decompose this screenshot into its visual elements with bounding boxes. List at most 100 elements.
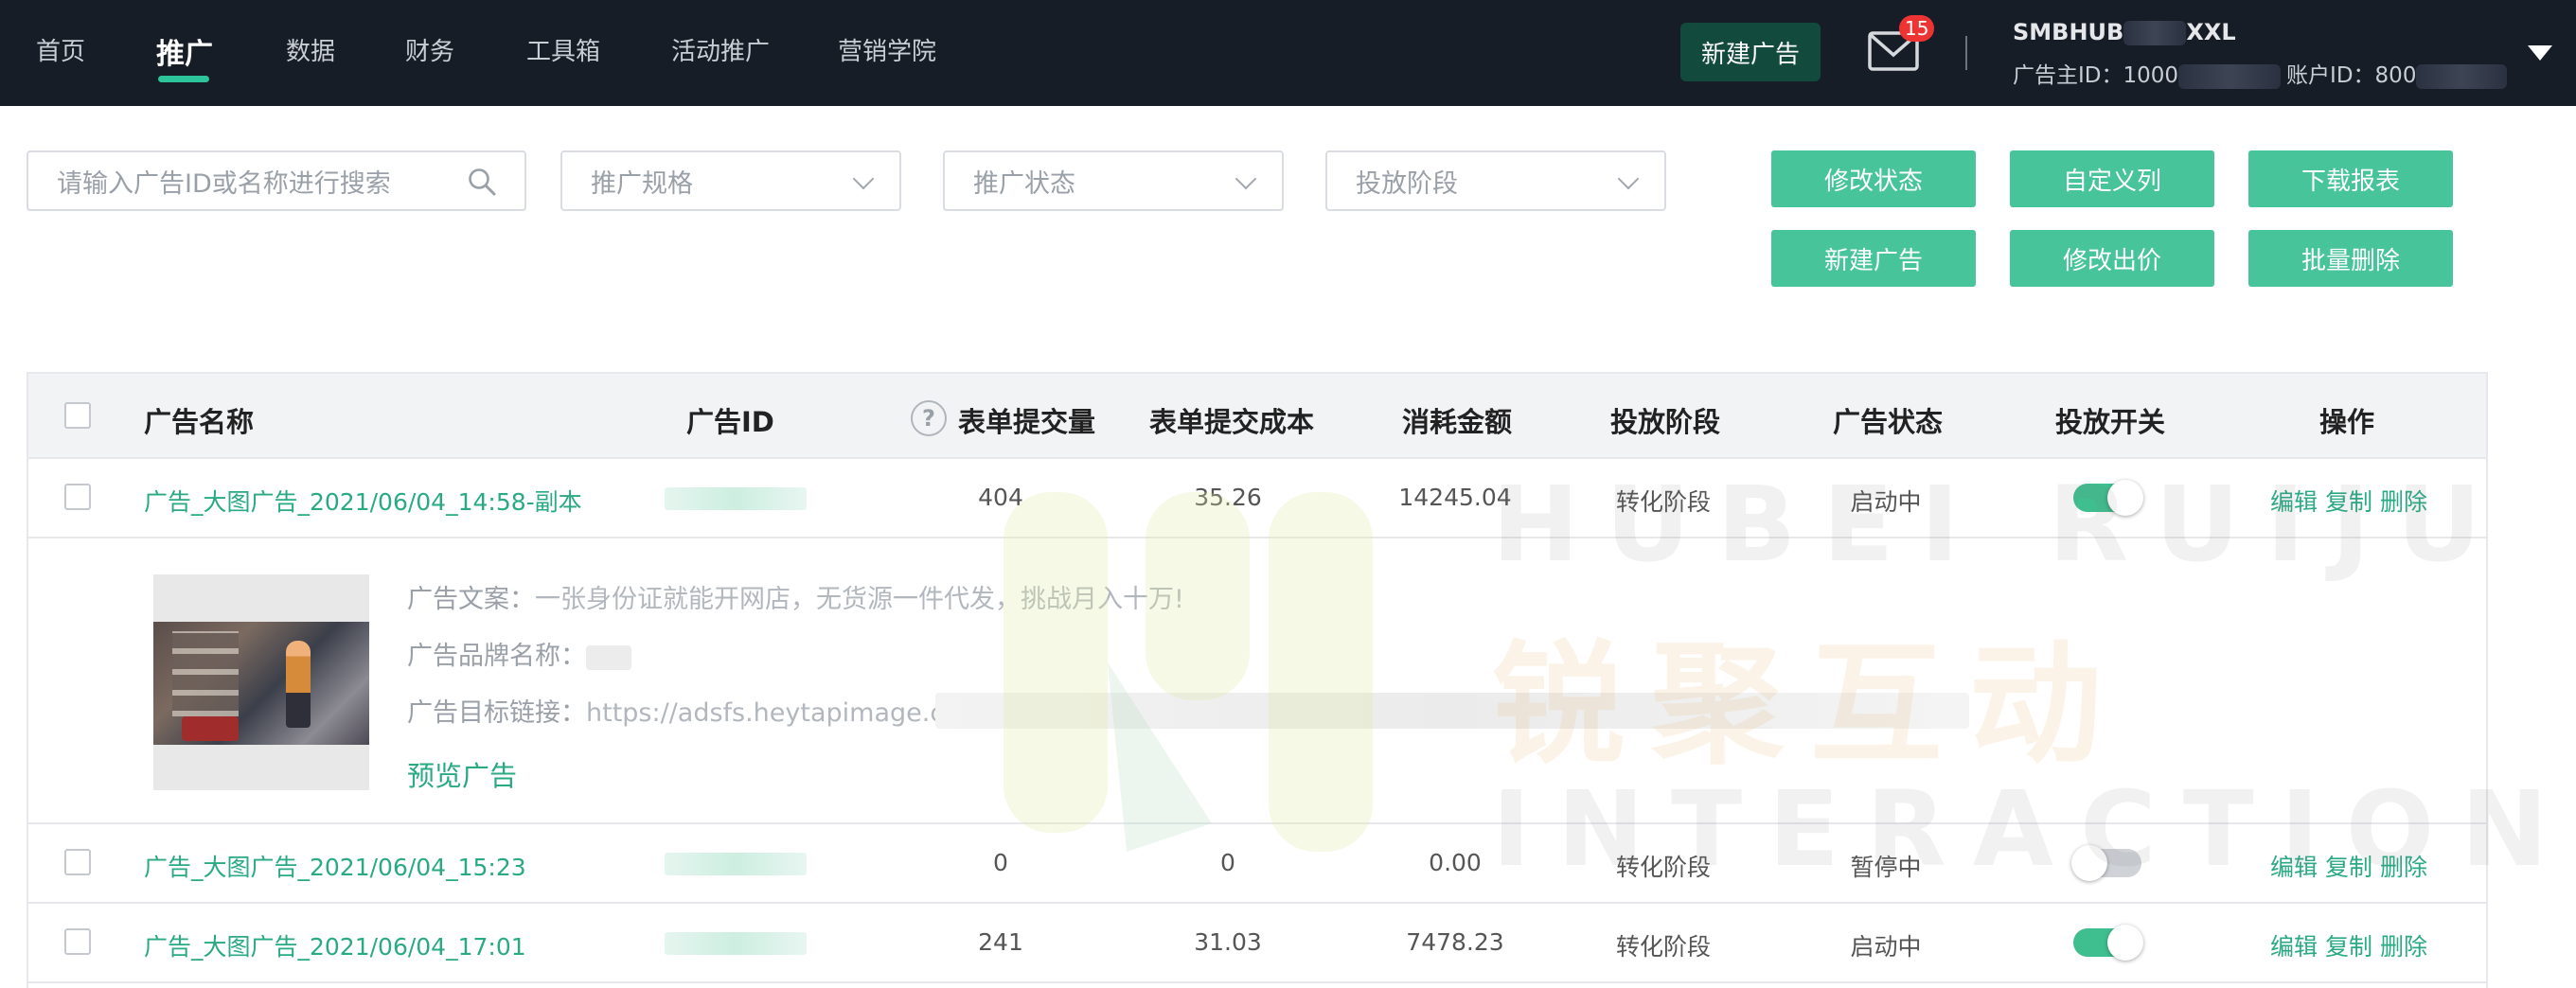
spend-value: 0.00 [1429, 849, 1482, 876]
advertiser-id-value: 1000 [2123, 63, 2179, 88]
col-header-switch: 投放开关 [2055, 406, 2166, 438]
ad-creative-thumbnail [153, 574, 369, 790]
ad-id-redacted [665, 853, 807, 875]
status-value: 暂停中 [1850, 854, 1922, 881]
stage-value: 转化阶段 [1615, 933, 1712, 961]
form-submissions-value: 0 [993, 849, 1008, 876]
edit-link[interactable]: 编辑 [2270, 933, 2318, 961]
col-header-ops: 操作 [2319, 406, 2375, 438]
account-name-suffix: XXL [2186, 19, 2236, 45]
preview-ad-link[interactable]: 预览广告 [407, 754, 517, 794]
help-icon[interactable]: ? [911, 400, 947, 436]
modify-status-button[interactable]: 修改状态 [1771, 150, 1976, 207]
copy-link[interactable]: 复制 [2325, 854, 2372, 881]
nav-finance[interactable]: 财务 [405, 32, 454, 67]
ad-id-redacted [665, 487, 807, 510]
account-id-redacted [2416, 63, 2508, 89]
form-cost-value: 31.03 [1194, 928, 1262, 956]
row-checkbox[interactable] [64, 849, 91, 875]
table-header: 广告名称 广告ID ? 表单提交量 表单提交成本 消耗金额 投放阶段 广告状态 … [28, 372, 2486, 459]
stage-value: 转化阶段 [1615, 854, 1712, 881]
stage-select[interactable]: 投放阶段 [1325, 150, 1666, 211]
col-header-form-cost: 表单提交成本 [1149, 406, 1315, 438]
nav-active-indicator [158, 76, 209, 82]
nav-home[interactable]: 首页 [36, 32, 85, 67]
account-id-value: 800 [2374, 63, 2417, 88]
target-link-text: https://adsfs.heytapimage.co [586, 698, 960, 728]
form-submissions-value: 404 [978, 484, 1023, 511]
mail-unread-badge: 15 [1899, 15, 1935, 42]
chevron-down-icon [1617, 168, 1640, 190]
header-new-ad-button[interactable]: 新建广告 [1680, 23, 1821, 81]
spend-value: 14245.04 [1398, 484, 1512, 511]
spec-select[interactable]: 推广规格 [560, 150, 901, 211]
row-actions: 编辑 复制 删除 [2270, 928, 2435, 962]
edit-link[interactable]: 编辑 [2270, 854, 2318, 881]
stage-select-placeholder: 投放阶段 [1356, 168, 1458, 199]
advertiser-id-redacted [2178, 63, 2282, 89]
copy-link[interactable]: 复制 [2325, 488, 2372, 516]
form-cost-value: 35.26 [1194, 484, 1262, 511]
nav-toolbox[interactable]: 工具箱 [526, 32, 600, 67]
form-submissions-value: 241 [978, 928, 1023, 956]
account-name-prefix: SMBHUB [2013, 19, 2124, 45]
ad-name-link[interactable]: 广告_大图广告_2021/06/04_17:01 [144, 928, 526, 962]
col-header-name: 广告名称 [144, 406, 255, 438]
spend-value: 7478.23 [1406, 928, 1504, 956]
download-report-button[interactable]: 下载报表 [2248, 150, 2453, 207]
brand-name-line: 广告品牌名称： [407, 635, 631, 672]
thumbnail-person [286, 641, 311, 728]
brand-name-redacted [586, 644, 631, 670]
delivery-toggle[interactable] [2071, 845, 2141, 881]
ad-detail-panel: 广告文案：一张身份证就能开网店，无货源一件代发，挑战月入十万! 广告品牌名称： … [28, 538, 2486, 824]
delivery-toggle[interactable] [2073, 480, 2143, 516]
account-dropdown-caret-icon[interactable] [2528, 45, 2552, 61]
toggle-knob [2071, 845, 2107, 881]
advertiser-id-label: 广告主ID： [2013, 63, 2123, 88]
status-value: 启动中 [1850, 933, 1922, 961]
account-ids: 广告主ID：1000 账户ID：800 [2013, 57, 2508, 89]
table-row: 广告_大图广告_2021/06/04_15:23 0 0 0.00 转化阶段 暂… [28, 824, 2486, 904]
status-select[interactable]: 推广状态 [943, 150, 1284, 211]
delete-link[interactable]: 删除 [2380, 488, 2427, 516]
row-checkbox[interactable] [64, 928, 91, 955]
copy-link[interactable]: 复制 [2325, 933, 2372, 961]
delivery-toggle[interactable] [2073, 925, 2143, 961]
account-id-label: 账户ID： [2286, 63, 2375, 88]
nav-promotion[interactable]: 推广 [156, 30, 213, 72]
toggle-knob [2107, 480, 2143, 516]
top-navigation-bar: 首页 推广 数据 财务 工具箱 活动推广 营销学院 新建广告 15 SMBHUB… [0, 0, 2576, 106]
select-all-checkbox[interactable] [64, 402, 91, 429]
search-placeholder: 请输入广告ID或名称进行搜索 [57, 168, 391, 199]
ad-name-link[interactable]: 广告_大图广告_2021/06/04_14:58-副本 [144, 484, 582, 518]
table-row: 广告_大图广告_2021/06/04_17:01 241 31.03 7478.… [28, 904, 2486, 983]
delete-link[interactable]: 删除 [2380, 854, 2427, 881]
ad-copy-label: 广告文案： [407, 585, 535, 614]
toggle-knob [2107, 925, 2143, 961]
chevron-down-icon [852, 168, 875, 190]
target-link-line: 广告目标链接：https://adsfs.heytapimage.co [407, 692, 960, 729]
batch-delete-button[interactable]: 批量删除 [2248, 230, 2453, 287]
ad-copy-line: 广告文案：一张身份证就能开网店，无货源一件代发，挑战月入十万! [407, 578, 1184, 615]
custom-columns-button[interactable]: 自定义列 [2010, 150, 2214, 207]
nav-data[interactable]: 数据 [286, 32, 335, 67]
status-select-placeholder: 推广状态 [973, 168, 1075, 199]
stage-value: 转化阶段 [1615, 488, 1712, 516]
delete-link[interactable]: 删除 [2380, 933, 2427, 961]
row-checkbox[interactable] [64, 484, 91, 510]
nav-marketing-academy[interactable]: 营销学院 [838, 32, 936, 67]
col-header-spend: 消耗金额 [1402, 406, 1513, 438]
table-row: 广告_大图广告_2021/06/04_14:58-副本 404 35.26 14… [28, 459, 2486, 538]
status-value: 启动中 [1850, 488, 1922, 516]
search-icon[interactable] [468, 168, 496, 196]
search-input[interactable]: 请输入广告ID或名称进行搜索 [27, 150, 526, 211]
ads-table: 广告名称 广告ID ? 表单提交量 表单提交成本 消耗金额 投放阶段 广告状态 … [27, 372, 2488, 988]
row-actions: 编辑 复制 删除 [2270, 484, 2435, 518]
new-ad-button[interactable]: 新建广告 [1771, 230, 1976, 287]
modify-bid-button[interactable]: 修改出价 [2010, 230, 2214, 287]
row-actions: 编辑 复制 删除 [2270, 849, 2435, 883]
nav-activity-promotion[interactable]: 活动推广 [671, 32, 770, 67]
edit-link[interactable]: 编辑 [2270, 488, 2318, 516]
ad-name-link[interactable]: 广告_大图广告_2021/06/04_15:23 [144, 849, 526, 883]
target-link-label: 广告目标链接： [407, 698, 586, 728]
